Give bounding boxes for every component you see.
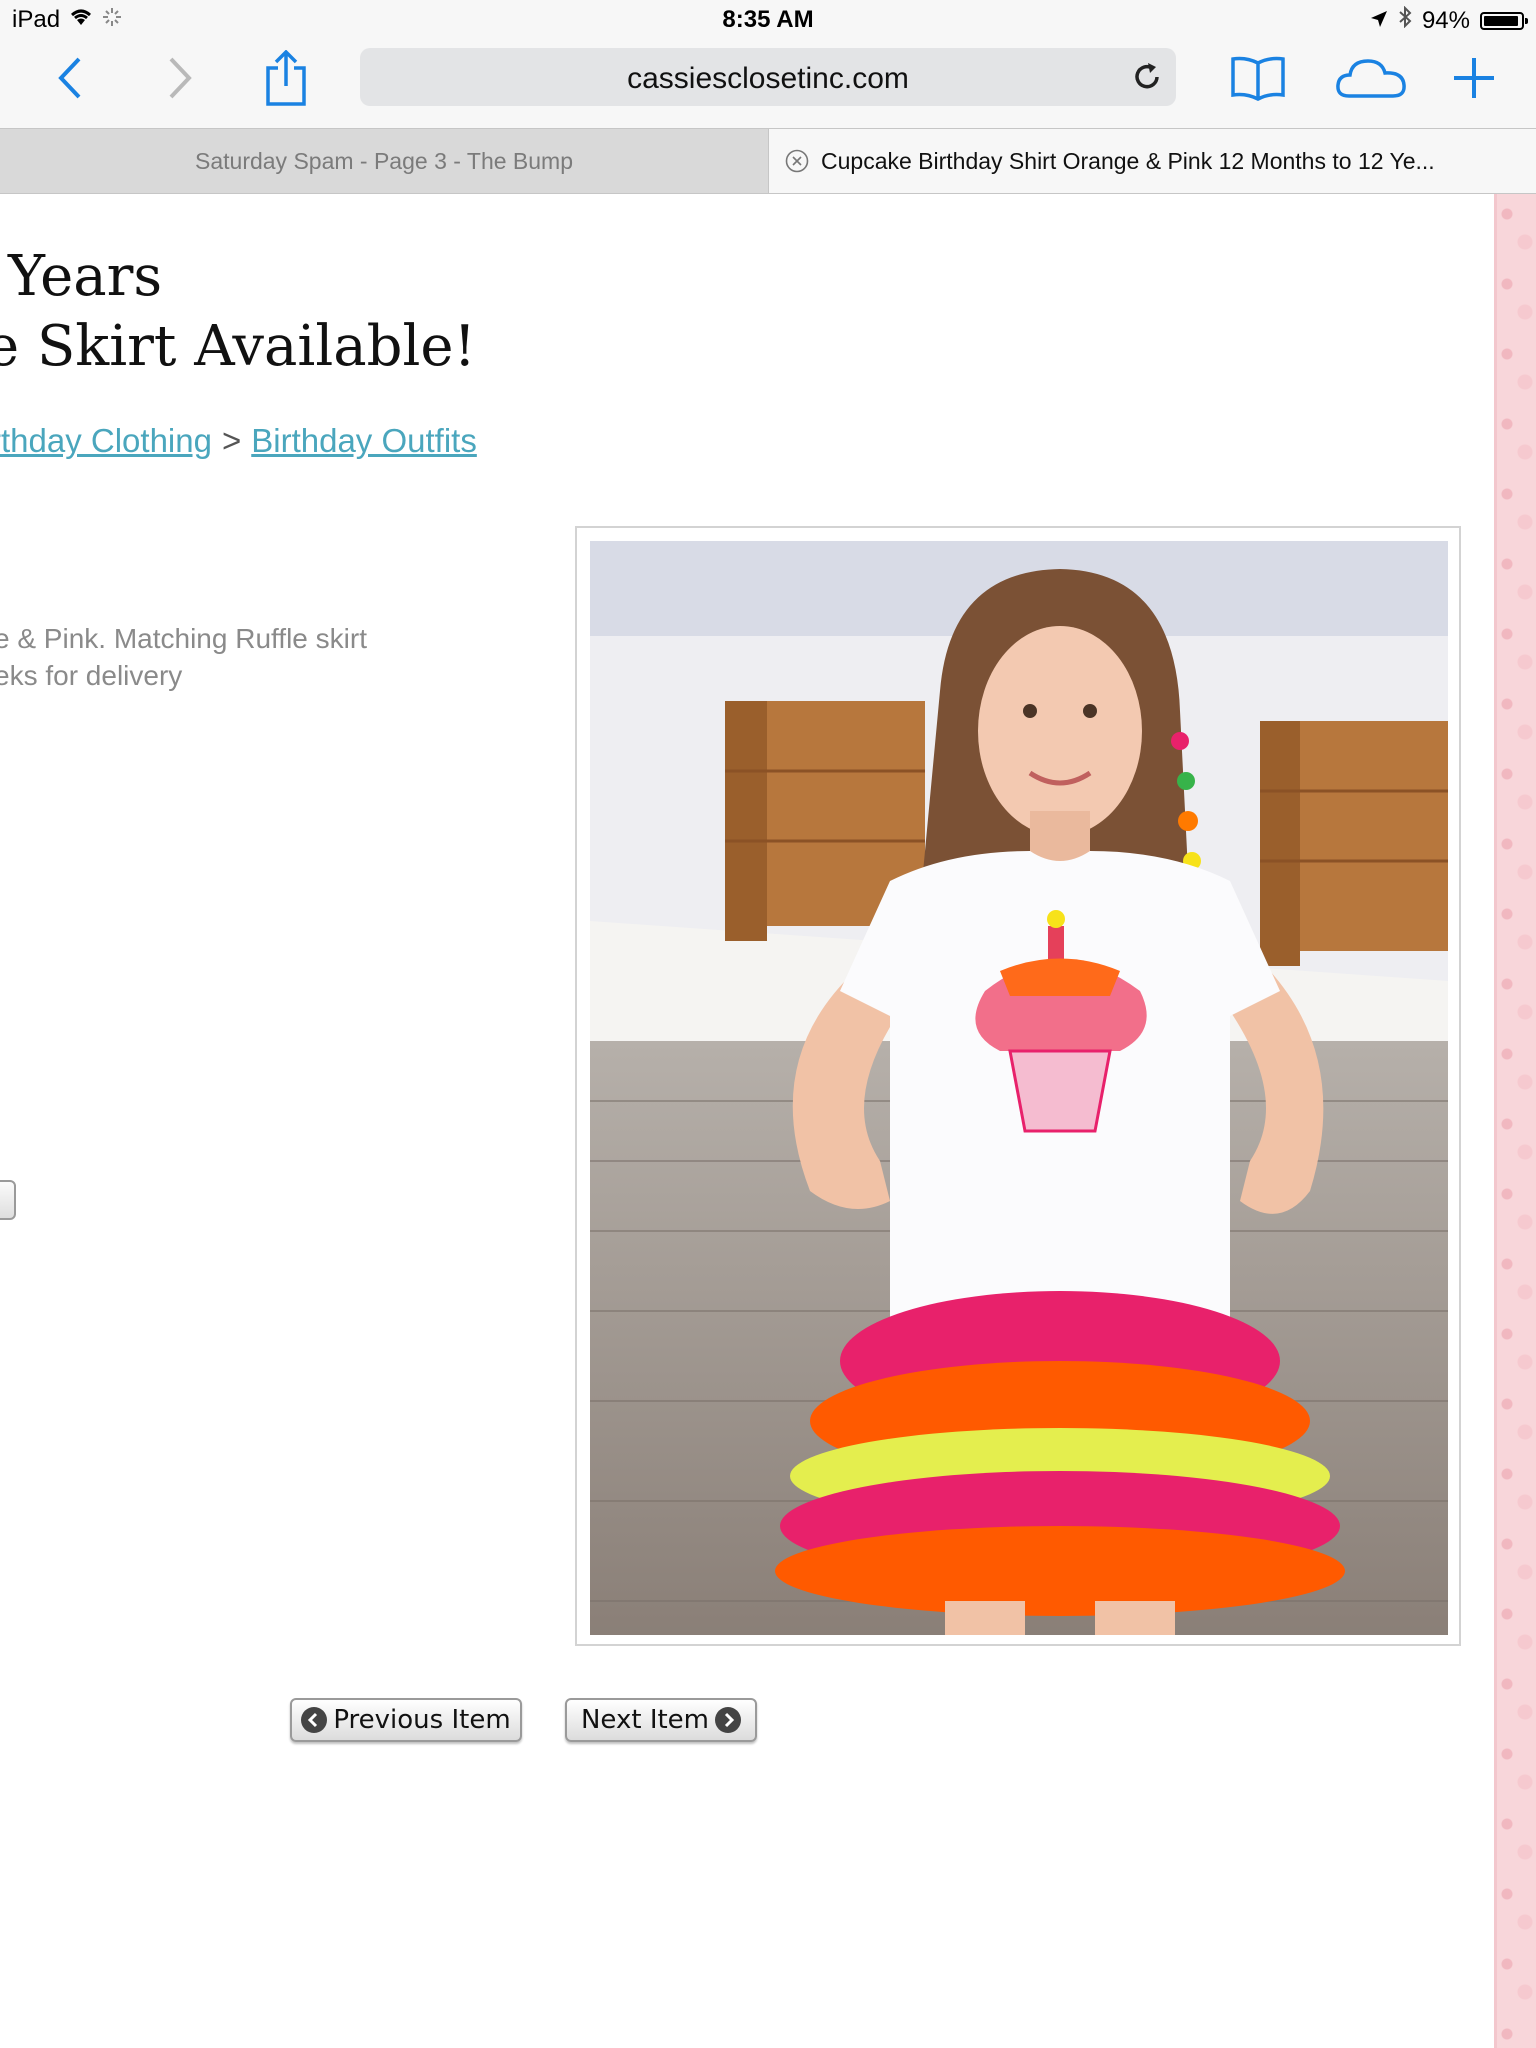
close-tab-icon[interactable] [785,149,809,173]
next-item-label: Next Item [580,1705,710,1735]
browser-toolbar: cassiesclosetinc.com [0,40,1536,128]
status-bar: iPad 8:35 AM 94% [0,0,1536,40]
reload-icon[interactable] [1130,60,1164,94]
bookmarks-button[interactable] [1226,48,1290,108]
bluetooth-icon [1398,5,1412,35]
description-line-2: eks for delivery [0,660,183,691]
tab-saturday-spam[interactable]: Saturday Spam - Page 3 - The Bump [0,129,768,193]
breadcrumb: rthday Clothing > Birthday Outfits [0,422,477,460]
breadcrumb-link-birthday-clothing[interactable]: rthday Clothing [0,422,212,459]
battery-percent: 94% [1421,6,1470,34]
tab-label: Saturday Spam - Page 3 - The Bump [195,147,573,174]
share-button[interactable] [256,48,316,108]
arrow-left-circle-icon [301,1707,328,1733]
product-image-frame [575,526,1461,1646]
battery-fill [1484,15,1518,26]
product-title-line-2: e Skirt Available! [0,314,477,379]
breadcrumb-separator: > [221,422,242,459]
tab-cupcake-shirt[interactable]: Cupcake Birthday Shirt Orange & Pink 12 … [768,129,1536,193]
location-arrow-icon [1370,7,1388,35]
url-text: cassiesclosetinc.com [627,62,909,95]
next-item-button[interactable]: Next Item [565,1698,757,1742]
breadcrumb-link-birthday-outfits[interactable]: Birthday Outfits [251,422,477,459]
previous-item-label: Previous Item [333,1705,511,1735]
forward-button[interactable] [150,48,210,108]
partially-visible-button[interactable] [0,1180,16,1220]
back-button[interactable] [40,48,100,108]
pink-background-strip [1494,194,1536,2048]
previous-item-button[interactable]: Previous Item [290,1698,522,1742]
cloud-tabs-button[interactable] [1334,48,1408,108]
address-bar[interactable]: cassiesclosetinc.com [360,48,1176,106]
tab-label: Cupcake Birthday Shirt Orange & Pink 12 … [821,147,1435,174]
product-photo[interactable] [590,541,1448,1635]
product-description: e & Pink. Matching Ruffle skirt eks for … [0,620,367,694]
description-line-1: e & Pink. Matching Ruffle skirt [0,623,367,654]
status-right: 94% [1370,5,1528,35]
arrow-right-circle-icon [715,1707,742,1733]
battery-icon [1480,11,1528,30]
status-time: 8:35 AM [722,6,814,33]
tab-bar: Saturday Spam - Page 3 - The Bump Cupcak… [0,128,1536,194]
new-tab-button[interactable] [1444,48,1504,108]
web-page: Years e Skirt Available! rthday Clothing… [0,194,1536,2048]
browser-chrome: iPad 8:35 AM 94% cassiesclosetinc.com [0,0,1536,128]
product-title-line-1: Years [8,244,163,309]
